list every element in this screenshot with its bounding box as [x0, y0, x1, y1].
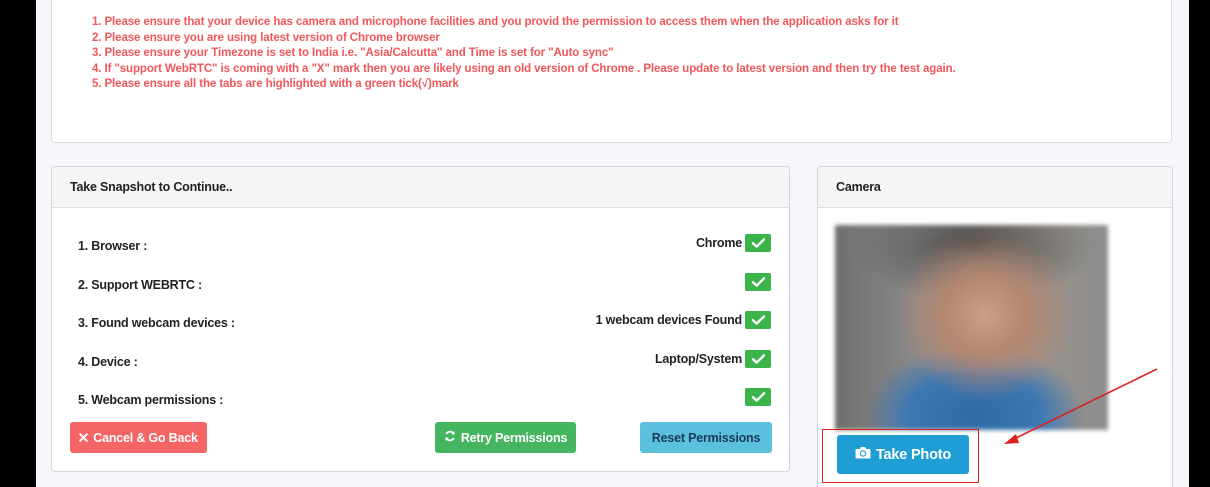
- instructions-list: 1. Please ensure that your device has ca…: [52, 0, 1171, 93]
- check-result: 1 webcam devices Found: [596, 311, 771, 329]
- instruction-item: 1. Please ensure that your device has ca…: [92, 16, 899, 28]
- take-photo-button[interactable]: Take Photo: [837, 435, 969, 474]
- check-label: 1. Browser :: [78, 239, 148, 253]
- check-value: Chrome: [695, 236, 742, 250]
- camera-icon: [855, 446, 871, 463]
- snapshot-panel-title: Take Snapshot to Continue..: [52, 167, 789, 208]
- instruction-item: 5. Please ensure all the tabs are highli…: [92, 78, 459, 91]
- check-row-webrtc: 2. Support WEBRTC :: [78, 272, 771, 312]
- reset-button-label: Reset Permissions: [651, 430, 761, 445]
- check-label: 2. Support WEBRTC :: [78, 277, 202, 292]
- instruction-item: 3. Please ensure your Timezone is set to…: [92, 47, 614, 60]
- refresh-icon: [444, 430, 456, 445]
- webcam-preview: [835, 225, 1108, 430]
- cancel-go-back-button[interactable]: Cancel & Go Back: [70, 422, 207, 453]
- check-value: Laptop/System: [655, 351, 742, 366]
- check-icon: [745, 349, 771, 368]
- take-photo-label: Take Photo: [875, 446, 952, 463]
- check-icon: [745, 272, 771, 291]
- instruction-item: 2. Please ensure you are using latest ve…: [92, 31, 440, 44]
- checks-list: 1. Browser : Chrome 2. Support WEBRTC :: [78, 234, 771, 427]
- check-icon: [745, 388, 771, 406]
- times-icon: [79, 431, 89, 445]
- check-label: 4. Device :: [78, 354, 138, 369]
- check-result: Chrome: [696, 234, 771, 252]
- reset-permissions-button[interactable]: Reset Permissions: [640, 422, 772, 453]
- camera-panel: Camera Take Photo: [817, 166, 1173, 487]
- check-result: Laptop/System: [655, 349, 771, 368]
- check-label: 5. Webcam permissions :: [78, 393, 224, 407]
- check-row-webcam-devices: 3. Found webcam devices : 1 webcam devic…: [78, 311, 771, 350]
- check-result: [742, 388, 771, 406]
- check-icon: [745, 234, 771, 252]
- page-content: 1. Please ensure that your device has ca…: [36, 0, 1189, 487]
- instructions-panel: 1. Please ensure that your device has ca…: [51, 0, 1172, 143]
- check-row-device: 4. Device : Laptop/System: [78, 349, 771, 389]
- check-row-browser: 1. Browser : Chrome: [78, 234, 771, 273]
- check-row-webcam-permissions: 5. Webcam permissions :: [78, 388, 771, 427]
- check-value: 1 webcam devices Found: [595, 313, 743, 327]
- snapshot-panel: Take Snapshot to Continue.. 1. Browser :…: [51, 166, 790, 472]
- check-label: 3. Found webcam devices :: [78, 316, 235, 330]
- retry-button-label: Retry Permissions: [460, 430, 568, 445]
- camera-panel-title: Camera: [818, 167, 1172, 208]
- retry-permissions-button[interactable]: Retry Permissions: [435, 422, 576, 453]
- check-result: [742, 272, 771, 291]
- instruction-item: 4. If "support WebRTC" is coming with a …: [92, 62, 956, 75]
- cancel-button-label: Cancel & Go Back: [93, 430, 198, 445]
- check-icon: [745, 311, 771, 329]
